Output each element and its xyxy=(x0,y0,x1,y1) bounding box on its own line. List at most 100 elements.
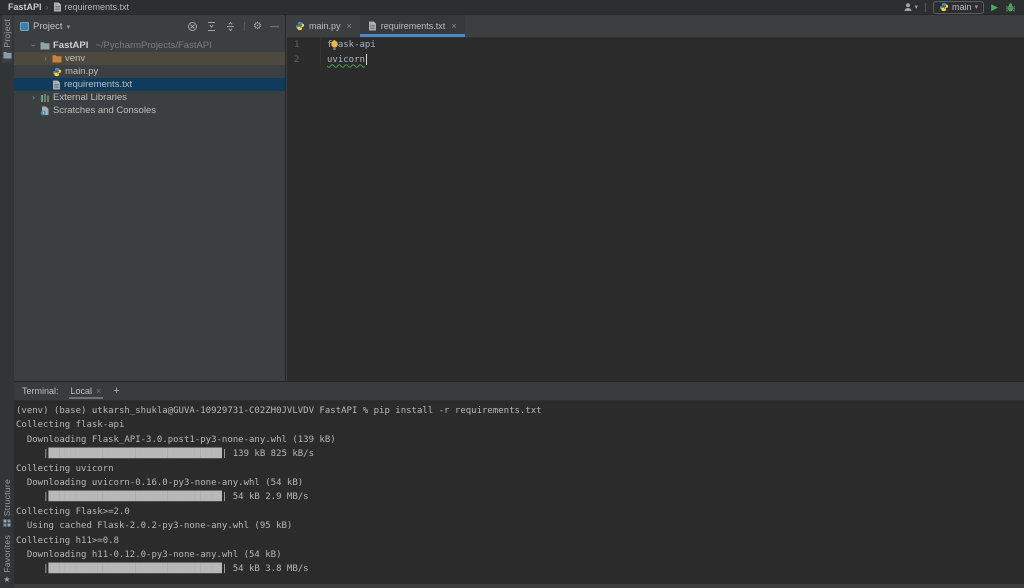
terminal-line: Collecting flask-api xyxy=(16,418,1024,432)
tree-row-venv[interactable]: › venv xyxy=(14,52,285,65)
tree-item-path: ~/PycharmProjects/FastAPI xyxy=(95,40,211,51)
expand-all-icon[interactable] xyxy=(206,21,217,32)
hide-panel-icon[interactable]: — xyxy=(270,22,279,31)
editor-area: main.py × requirements.txt × 1 2 flask-a… xyxy=(287,15,1024,381)
stripe-tab-favorites[interactable]: Favorites ★ xyxy=(2,531,12,588)
titlebar-actions: ▾ main ▾ ▶ xyxy=(903,0,1024,14)
editor-gutter: 1 2 xyxy=(287,38,321,67)
chevron-collapsed-icon[interactable]: › xyxy=(42,54,49,63)
new-terminal-button[interactable]: + xyxy=(113,386,119,397)
stripe-tab-project-label: Project xyxy=(2,19,12,48)
scratches-icon xyxy=(40,106,50,116)
terminal-tab-label: Local xyxy=(71,386,93,396)
terminal-line: Downloading Flask_API-3.0.post1-py3-none… xyxy=(16,433,1024,447)
python-file-icon xyxy=(52,67,62,77)
debug-button[interactable] xyxy=(1005,2,1016,13)
tree-row-external-libraries[interactable]: › External Libraries xyxy=(14,91,285,104)
editor-tab-requirements-txt[interactable]: requirements.txt × xyxy=(360,15,465,37)
chevron-down-icon[interactable]: ▾ xyxy=(67,23,71,31)
intention-bulb-icon[interactable] xyxy=(330,40,339,51)
toolbar-separator xyxy=(925,3,926,12)
text-file-icon xyxy=(53,2,62,12)
libraries-icon xyxy=(40,93,50,103)
run-configuration-selector[interactable]: main ▾ xyxy=(933,1,984,14)
pycharm-window: FastAPI › requirements.txt ▾ main ▾ ▶ xyxy=(0,0,1024,588)
terminal-line: Downloading h11-0.12.0-py3-none-any.whl … xyxy=(16,548,1024,562)
project-tool-window: Project ▾ ⚙ — › FastAPI ~/PycharmProject… xyxy=(14,15,286,381)
terminal-line: (venv) (base) utkarsh_shukla@GUVA-109297… xyxy=(16,404,1024,418)
chevron-collapsed-icon[interactable]: › xyxy=(30,93,37,102)
chevron-expanded-icon[interactable]: › xyxy=(29,42,38,49)
tree-item-label: FastAPI xyxy=(53,40,88,51)
terminal-line: |████████████████████████████████| 139 k… xyxy=(16,447,1024,461)
close-icon[interactable]: × xyxy=(347,21,352,31)
collapse-all-icon[interactable] xyxy=(225,21,236,32)
terminal-line: Collecting Flask>=2.0 xyxy=(16,505,1024,519)
tool-window-stripe: Project Structure Favorites ★ xyxy=(0,15,14,588)
project-panel-toolbar: ⚙ — xyxy=(187,21,279,32)
terminal-line: |████████████████████████████████| 54 kB… xyxy=(16,490,1024,504)
status-bar xyxy=(14,584,1024,588)
tree-item-label: Scratches and Consoles xyxy=(53,105,156,116)
editor-tab-label: requirements.txt xyxy=(381,21,446,31)
chevron-down-icon: ▾ xyxy=(975,3,979,11)
stripe-tab-structure[interactable]: Structure xyxy=(2,475,12,531)
breadcrumb-chevron-icon: › xyxy=(46,2,49,12)
tree-row-project-root[interactable]: › FastAPI ~/PycharmProjects/FastAPI xyxy=(14,39,285,52)
project-panel-title[interactable]: Project xyxy=(33,21,63,32)
terminal-header: Terminal: Local × + xyxy=(14,382,1024,401)
project-panel-header: Project ▾ ⚙ — xyxy=(14,15,285,38)
tree-item-label: venv xyxy=(65,53,85,64)
terminal-line: Collecting h11>=0.8 xyxy=(16,534,1024,548)
excluded-folder-icon xyxy=(52,54,62,63)
close-icon[interactable]: × xyxy=(451,21,456,31)
locate-file-icon[interactable] xyxy=(187,21,198,32)
settings-gear-icon[interactable]: ⚙ xyxy=(253,22,262,32)
run-configuration-label: main xyxy=(952,2,972,12)
breadcrumb: FastAPI › requirements.txt xyxy=(0,2,129,12)
stripe-tab-structure-label: Structure xyxy=(2,479,12,516)
folder-icon xyxy=(40,41,50,50)
close-icon[interactable]: × xyxy=(96,386,101,396)
chevron-down-icon: ▾ xyxy=(915,3,919,11)
tree-row-requirements-txt[interactable]: requirements.txt xyxy=(14,78,285,91)
stripe-bottom-group: Structure Favorites ★ xyxy=(2,475,12,588)
tree-item-label: main.py xyxy=(65,66,98,77)
code-line-2[interactable]: uvicorn xyxy=(327,53,376,68)
editor-code[interactable]: flask-api uvicorn xyxy=(321,38,376,67)
line-number: 2 xyxy=(287,53,320,68)
tree-row-main-py[interactable]: main.py xyxy=(14,65,285,78)
title-bar: FastAPI › requirements.txt ▾ main ▾ ▶ xyxy=(0,0,1024,15)
tree-item-label: requirements.txt xyxy=(64,79,132,90)
stripe-tab-favorites-label: Favorites xyxy=(2,535,12,573)
stripe-tab-project[interactable]: Project xyxy=(2,15,12,63)
python-icon xyxy=(939,2,949,12)
star-icon: ★ xyxy=(3,576,10,584)
terminal-line: |████████████████████████████████| 54 kB… xyxy=(16,562,1024,576)
user-dropdown-button[interactable]: ▾ xyxy=(903,2,919,12)
terminal-tool-window: Terminal: Local × + (venv) (base) utkars… xyxy=(14,381,1024,588)
project-window-icon xyxy=(20,22,29,31)
terminal-line: Collecting uvicorn xyxy=(16,462,1024,476)
tree-item-label: External Libraries xyxy=(53,92,127,103)
breadcrumb-file[interactable]: requirements.txt xyxy=(53,2,130,12)
terminal-line: Downloading uvicorn-0.16.0-py3-none-any.… xyxy=(16,476,1024,490)
structure-icon xyxy=(3,519,11,527)
run-button[interactable]: ▶ xyxy=(991,3,998,12)
line-number: 1 xyxy=(287,38,320,53)
editor-body[interactable]: 1 2 flask-api uvicorn xyxy=(287,38,1024,67)
terminal-line: Using cached Flask-2.0.2-py3-none-any.wh… xyxy=(16,519,1024,533)
editor-tab-bar: main.py × requirements.txt × xyxy=(287,15,1024,38)
breadcrumb-project[interactable]: FastAPI xyxy=(8,2,42,12)
text-caret xyxy=(366,54,367,65)
terminal-title: Terminal: xyxy=(22,386,59,396)
text-file-icon xyxy=(368,21,377,31)
editor-tab-label: main.py xyxy=(309,21,341,31)
editor-tab-main-py[interactable]: main.py × xyxy=(287,15,360,37)
code-text: uvicorn xyxy=(327,55,365,65)
terminal-tab-local[interactable]: Local × xyxy=(69,382,104,400)
breadcrumb-file-label: requirements.txt xyxy=(65,2,130,12)
terminal-output[interactable]: (venv) (base) utkarsh_shukla@GUVA-109297… xyxy=(14,401,1024,577)
project-tree: › FastAPI ~/PycharmProjects/FastAPI › ve… xyxy=(14,38,285,117)
tree-row-scratches[interactable]: › Scratches and Consoles xyxy=(14,104,285,117)
